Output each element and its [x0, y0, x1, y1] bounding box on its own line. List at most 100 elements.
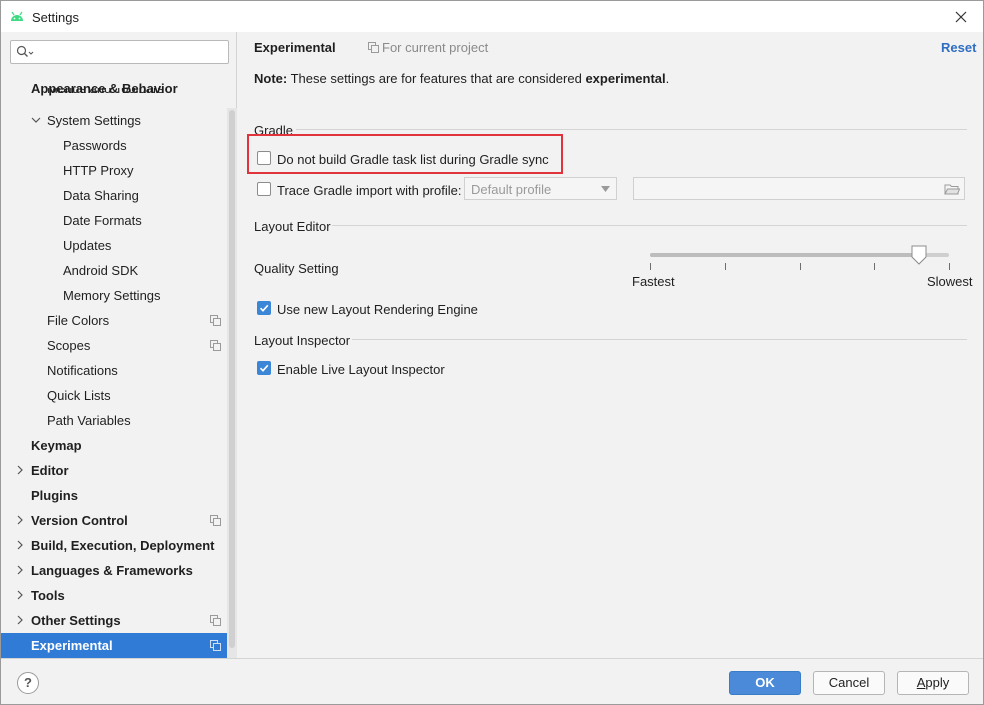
tree-item-android-sdk[interactable]: Android SDK: [1, 258, 227, 283]
tree-item-label: Updates: [63, 238, 112, 253]
tree-item-tools[interactable]: Tools: [1, 583, 227, 608]
quality-slider-fill: [650, 253, 919, 257]
tree-item-file-colors[interactable]: File Colors: [1, 308, 227, 333]
tree-item-memory-settings[interactable]: Memory Settings: [1, 283, 227, 308]
tree-item-label: Other Settings: [31, 613, 121, 628]
chevron-right-icon[interactable]: [15, 515, 25, 525]
project-scope-icon: [368, 42, 379, 53]
tree-item-updates[interactable]: Updates: [1, 233, 227, 258]
tree-item-label: Path Variables: [47, 413, 131, 428]
project-scope-icon: [210, 515, 221, 526]
tree-item-passwords[interactable]: Passwords: [1, 133, 227, 158]
tree-item-label: Date Formats: [63, 213, 142, 228]
tree-item-quick-lists[interactable]: Quick Lists: [1, 383, 227, 408]
project-scope-icon: [210, 340, 221, 351]
note-suffix: .: [665, 71, 670, 86]
tree-item-scopes[interactable]: Scopes: [1, 333, 227, 358]
apply-label-rest: pply: [925, 675, 950, 690]
slider-tick: [650, 263, 651, 270]
tree-item-path-variables[interactable]: Path Variables: [1, 408, 227, 433]
tree-item-label: Memory Settings: [63, 288, 161, 303]
tree-item-version-control[interactable]: Version Control: [1, 508, 227, 533]
quality-slider-thumb[interactable]: [911, 245, 927, 265]
tree-item-languages-frameworks[interactable]: Languages & Frameworks: [1, 558, 227, 583]
tree-item-system-settings[interactable]: System Settings: [1, 108, 227, 133]
note-bold: experimental: [585, 71, 666, 86]
tree-item-menus-toolbars[interactable]: Menus and Toolbars: [1, 88, 227, 101]
slider-tick: [874, 263, 875, 270]
scope-label: For current project: [382, 40, 489, 55]
new-rendering-checkbox[interactable]: [257, 301, 271, 315]
tree-item-notifications[interactable]: Notifications: [1, 358, 227, 383]
check-icon: [259, 304, 269, 312]
trace-import-label: Trace Gradle import with profile:: [277, 183, 462, 198]
search-box[interactable]: [10, 40, 229, 64]
layout-editor-section-title: Layout Editor: [254, 219, 331, 234]
tree-item-label: Editor: [31, 463, 69, 478]
tree-item-label: Build, Execution, Deployment: [31, 538, 215, 553]
project-scope-icon: [210, 640, 221, 651]
project-scope-icon: [210, 315, 221, 326]
help-button[interactable]: ?: [17, 672, 39, 694]
layout-inspector-section-title: Layout Inspector: [254, 333, 351, 348]
slider-tick: [800, 263, 801, 270]
tree-item-label: Scopes: [47, 338, 91, 353]
tree-item-other-settings[interactable]: Other Settings: [1, 608, 227, 633]
apply-button[interactable]: Apply: [897, 671, 969, 695]
project-scope-icon: [210, 615, 221, 626]
tree-item-label: Menus and Toolbars: [47, 88, 164, 96]
chevron-down-icon: [601, 186, 610, 192]
chevron-right-icon[interactable]: [15, 590, 25, 600]
tree-item-plugins[interactable]: Plugins: [1, 483, 227, 508]
tree-item-label: Plugins: [31, 488, 78, 503]
slider-tick: [725, 263, 726, 270]
tree-item-label: Notifications: [47, 363, 118, 378]
settings-content: Experimental For current project Reset N…: [238, 32, 983, 658]
tree-item-label: Passwords: [63, 138, 127, 153]
title-bar: Settings: [1, 1, 983, 32]
tree-item-editor[interactable]: Editor: [1, 458, 227, 483]
new-rendering-label: Use new Layout Rendering Engine: [277, 302, 478, 317]
tree-item-label: Quick Lists: [47, 388, 111, 403]
chevron-right-icon[interactable]: [15, 540, 25, 550]
page-title: Experimental: [254, 40, 336, 55]
search-icon: [16, 45, 34, 57]
window-title: Settings: [32, 10, 79, 25]
tree-item-label: Experimental: [31, 638, 113, 653]
profile-combo[interactable]: Default profile: [464, 177, 617, 200]
note-prefix: Note:: [254, 71, 288, 86]
folder-icon[interactable]: [944, 182, 960, 196]
ok-button[interactable]: OK: [729, 671, 801, 695]
tree-item-label: Android SDK: [63, 263, 139, 278]
no-task-list-checkbox[interactable]: [257, 151, 271, 165]
settings-tree: Appearance & Behavior Menus and Toolbars…: [1, 76, 237, 658]
tree-item-date-formats[interactable]: Date Formats: [1, 208, 227, 233]
tree-item-keymap[interactable]: Keymap: [1, 433, 227, 458]
trace-import-checkbox[interactable]: [257, 182, 271, 196]
chevron-right-icon[interactable]: [15, 465, 25, 475]
chevron-right-icon[interactable]: [15, 565, 25, 575]
tree-item-build-execution-deployment[interactable]: Build, Execution, Deployment: [1, 533, 227, 558]
profile-path-field[interactable]: [633, 177, 965, 200]
sidebar-scrollbar[interactable]: [229, 110, 235, 648]
close-button[interactable]: [943, 3, 979, 30]
quality-setting-label: Quality Setting: [254, 261, 339, 276]
tree-item-experimental[interactable]: Experimental: [1, 633, 237, 658]
live-inspector-checkbox[interactable]: [257, 361, 271, 375]
tree-item-http-proxy[interactable]: HTTP Proxy: [1, 158, 227, 183]
section-divider: [352, 339, 967, 340]
dialog-footer: ? OK Cancel Apply: [1, 658, 983, 704]
search-input[interactable]: [37, 43, 225, 61]
chevron-down-icon[interactable]: [31, 115, 41, 125]
chevron-right-icon[interactable]: [15, 615, 25, 625]
tree-item-label: Version Control: [31, 513, 128, 528]
tree-item-label: File Colors: [47, 313, 110, 328]
check-icon: [259, 364, 269, 372]
section-divider: [332, 225, 967, 226]
section-divider: [296, 129, 967, 130]
cancel-button[interactable]: Cancel: [813, 671, 885, 695]
tree-item-data-sharing[interactable]: Data Sharing: [1, 183, 227, 208]
tree-item-label: HTTP Proxy: [63, 163, 134, 178]
reset-link[interactable]: Reset: [941, 40, 976, 55]
tree-item-label: System Settings: [47, 113, 141, 128]
